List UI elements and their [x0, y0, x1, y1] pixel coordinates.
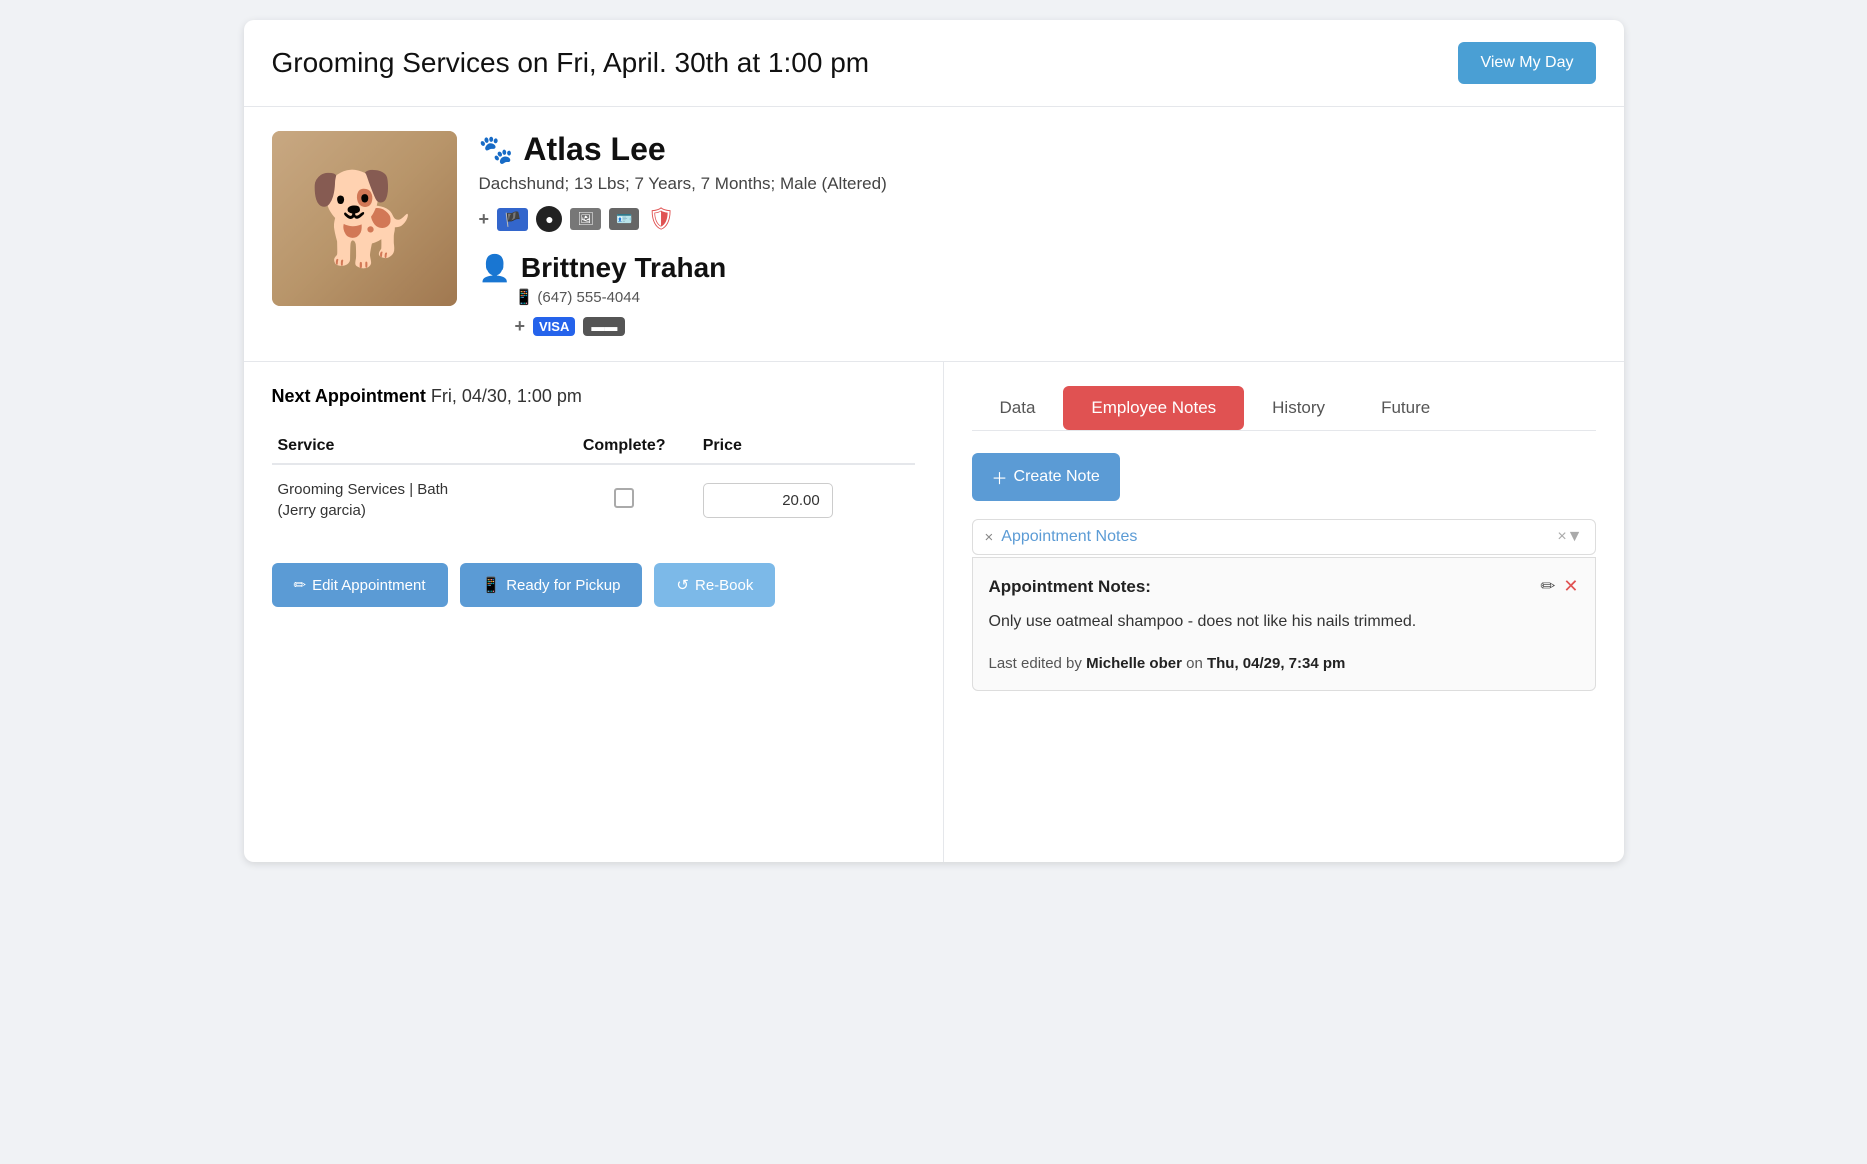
main-content: Next Appointment Fri, 04/30, 1:00 pm Ser…: [244, 362, 1624, 862]
rebook-button[interactable]: ↺ Re-Book: [654, 563, 775, 607]
pet-name-row: 🐾 Atlas Lee: [479, 131, 1596, 168]
face-icon[interactable]: ●: [536, 206, 562, 232]
id-card-icon[interactable]: 🪪: [609, 208, 639, 230]
phone-icon: 📱: [515, 289, 534, 306]
left-panel: Next Appointment Fri, 04/30, 1:00 pm Ser…: [244, 362, 944, 862]
edit-appointment-button[interactable]: ✏ Edit Appointment: [272, 563, 448, 607]
shield-icon[interactable]: 🛡: [647, 206, 675, 232]
pet-name: Atlas Lee: [523, 131, 665, 168]
note-footer-on: on: [1182, 655, 1207, 672]
tab-future-label: Future: [1381, 398, 1430, 417]
rebook-icon: ↺: [676, 576, 689, 594]
card-header: Grooming Services on Fri, April. 30th at…: [244, 20, 1624, 107]
complete-checkbox[interactable]: [614, 488, 634, 508]
note-footer-prefix: Last edited by: [989, 655, 1087, 672]
tab-data-label: Data: [1000, 398, 1036, 417]
service-name-cell: Grooming Services | Bath(Jerry garcia): [272, 464, 552, 535]
note-footer: Last edited by Michelle ober on Thu, 04/…: [989, 655, 1579, 672]
tab-future[interactable]: Future: [1353, 386, 1458, 430]
note-title-row: Appointment Notes: ✏ ✕: [989, 576, 1579, 597]
add-pet-icon[interactable]: +: [479, 209, 490, 230]
pencil-icon: ✏: [294, 576, 307, 594]
pet-photo-inner: [272, 131, 457, 306]
phone-pickup-icon: 📱: [482, 576, 501, 594]
note-editor: Michelle ober: [1086, 655, 1182, 672]
card-chip-icon[interactable]: ▬▬: [583, 317, 625, 336]
right-panel: Data Employee Notes History Future ＋ Cre…: [944, 362, 1624, 862]
complete-checkbox-cell[interactable]: [552, 464, 697, 535]
note-tag-chevron-icon[interactable]: ▼: [1567, 528, 1583, 546]
view-my-day-button[interactable]: View My Day: [1458, 42, 1595, 84]
note-tag-remove-icon[interactable]: ×: [985, 529, 994, 546]
visa-icon[interactable]: VISA: [533, 317, 575, 336]
note-title: Appointment Notes:: [989, 577, 1151, 597]
price-input[interactable]: [703, 483, 833, 518]
add-payment-icon[interactable]: +: [515, 316, 526, 337]
next-appointment-header: Next Appointment Fri, 04/30, 1:00 pm: [272, 386, 915, 407]
owner-phone: 📱 (647) 555-4044: [515, 288, 1596, 306]
paw-icon: 🐾: [479, 133, 514, 166]
note-edit-icon[interactable]: ✏: [1540, 576, 1555, 597]
pet-info: 🐾 Atlas Lee Dachshund; 13 Lbs; 7 Years, …: [479, 131, 1596, 337]
table-row: Grooming Services | Bath(Jerry garcia): [272, 464, 915, 535]
owner-name: Brittney Trahan: [521, 252, 726, 284]
note-edited-date: Thu, 04/29, 7:34 pm: [1207, 655, 1345, 672]
page-title: Grooming Services on Fri, April. 30th at…: [272, 47, 870, 79]
photo-icon[interactable]: 🖼: [570, 208, 601, 230]
pet-breed: Dachshund; 13 Lbs; 7 Years, 7 Months; Ma…: [479, 174, 1596, 194]
flag-icon[interactable]: 🏴: [497, 208, 528, 231]
create-note-label: Create Note: [1014, 468, 1100, 486]
tab-data[interactable]: Data: [972, 386, 1064, 430]
plus-icon: ＋: [992, 465, 1008, 489]
rebook-button-label: Re-Book: [695, 577, 753, 594]
owner-row: 👤 Brittney Trahan: [479, 252, 1596, 284]
phone-number: (647) 555-4044: [537, 289, 640, 306]
note-tag-label: Appointment Notes: [1001, 528, 1557, 546]
note-action-icons: ✏ ✕: [1540, 576, 1578, 597]
services-table: Service Complete? Price Grooming Service…: [272, 429, 915, 535]
note-content-box: Appointment Notes: ✏ ✕ Only use oatmeal …: [972, 557, 1596, 691]
ready-for-pickup-button[interactable]: 📱 Ready for Pickup: [460, 563, 643, 607]
action-buttons: ✏ Edit Appointment 📱 Ready for Pickup ↺ …: [272, 563, 915, 607]
edit-button-label: Edit Appointment: [312, 577, 425, 594]
pet-icons-row: + 🏴 ● 🖼 🪪 🛡: [479, 206, 1596, 232]
note-tag-row: × Appointment Notes × ▼: [972, 519, 1596, 555]
tabs-row: Data Employee Notes History Future: [972, 386, 1596, 431]
price-col-header: Price: [697, 429, 915, 464]
next-appt-label: Next Appointment: [272, 386, 426, 406]
service-col-header: Service: [272, 429, 552, 464]
tab-employee-notes-label: Employee Notes: [1091, 398, 1216, 417]
tab-history-label: History: [1272, 398, 1325, 417]
tab-employee-notes[interactable]: Employee Notes: [1063, 386, 1244, 430]
note-body: Only use oatmeal shampoo - does not like…: [989, 609, 1579, 635]
complete-col-header: Complete?: [552, 429, 697, 464]
pet-photo: [272, 131, 457, 306]
next-appt-date: Fri, 04/30, 1:00 pm: [431, 386, 582, 406]
note-tag-close-icon[interactable]: ×: [1557, 528, 1566, 546]
pickup-button-label: Ready for Pickup: [506, 577, 620, 594]
owner-payment-row: + VISA ▬▬: [515, 316, 1596, 337]
price-cell[interactable]: [697, 464, 915, 535]
main-card: Grooming Services on Fri, April. 30th at…: [244, 20, 1624, 862]
note-delete-icon[interactable]: ✕: [1563, 576, 1578, 597]
create-note-button[interactable]: ＋ Create Note: [972, 453, 1120, 501]
tab-history[interactable]: History: [1244, 386, 1353, 430]
owner-icon: 👤: [479, 253, 511, 284]
pet-section: 🐾 Atlas Lee Dachshund; 13 Lbs; 7 Years, …: [244, 107, 1624, 362]
